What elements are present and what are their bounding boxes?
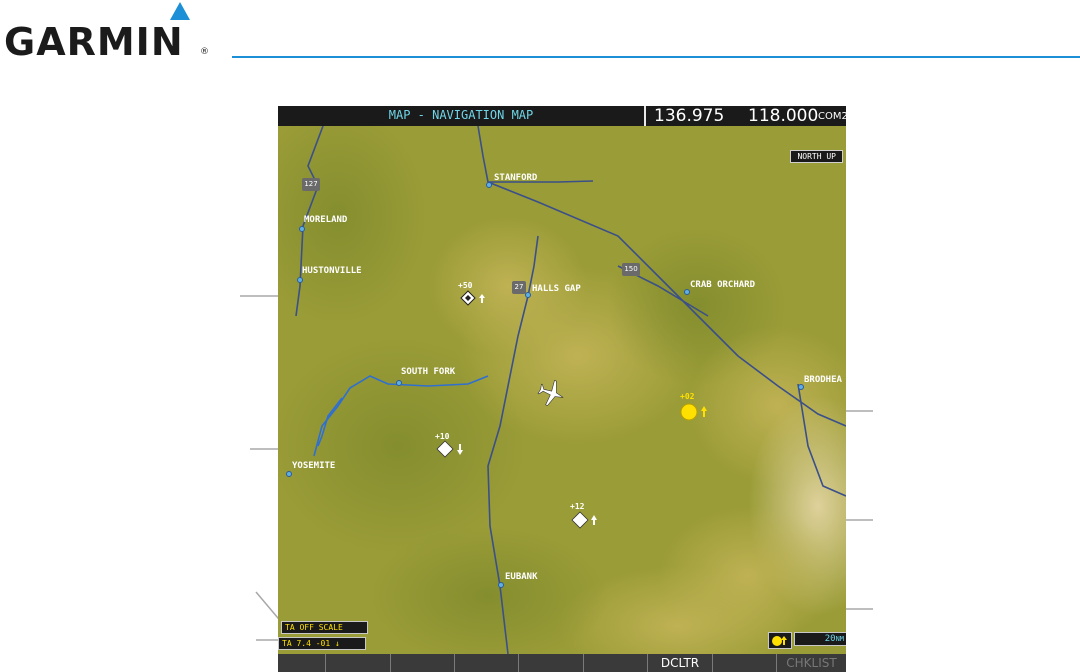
- town-label-brodhead: BRODHEA: [804, 375, 842, 385]
- town-marker: [299, 226, 305, 232]
- ta-info-text: TA 7.4 -01: [282, 639, 331, 648]
- traffic-proximate-icon[interactable]: [460, 290, 490, 306]
- town-marker: [498, 582, 504, 588]
- town-label-crab-orchard: CRAB ORCHARD: [690, 280, 756, 290]
- highway-shield-150: 150: [622, 263, 640, 276]
- softkey-4[interactable]: [455, 654, 519, 672]
- town-label-eubank: EUBANK: [505, 572, 538, 582]
- softkey-3[interactable]: [391, 654, 455, 672]
- softkey-chklist[interactable]: CHKLIST: [777, 654, 846, 672]
- navigation-map[interactable]: NORTH UP 127 27 150 STANFORD MORELAND HU…: [278, 126, 846, 654]
- softkey-bar: DCLTR CHKLIST: [278, 654, 846, 672]
- highway-shield-27: 27: [512, 281, 526, 294]
- map-range-indicator[interactable]: 20NM: [794, 632, 846, 646]
- traffic-altitude-label: +50: [458, 281, 473, 290]
- mfd-screen: MAP - NAVIGATION MAP 136.975 118.000 COM…: [278, 106, 846, 672]
- traffic-altitude-label: +02: [680, 392, 695, 401]
- town-marker: [486, 182, 492, 188]
- softkey-6[interactable]: [584, 654, 648, 672]
- softkey-8[interactable]: [713, 654, 777, 672]
- softkey-dcltr[interactable]: DCLTR: [648, 654, 713, 672]
- town-label-hustonville: HUSTONVILLE: [302, 266, 362, 276]
- highway-shield-127: 127: [302, 178, 320, 191]
- ownship-aircraft-icon: [537, 380, 564, 406]
- map-orientation-label[interactable]: NORTH UP: [790, 150, 843, 163]
- traffic-other-icon[interactable]: [436, 440, 466, 460]
- ta-off-scale-banner: TA OFF SCALE: [281, 621, 368, 634]
- softkey-2[interactable]: [326, 654, 391, 672]
- town-marker: [297, 277, 303, 283]
- traffic-advisory-icon[interactable]: [680, 402, 714, 422]
- com-label: COM2: [818, 111, 846, 122]
- town-label-moreland: MORELAND: [304, 215, 348, 225]
- ta-info-banner: TA 7.4 -01 ↓: [278, 637, 366, 650]
- town-marker: [525, 292, 531, 298]
- town-label-stanford: STANFORD: [494, 173, 538, 183]
- town-label-halls-gap: HALLS GAP: [532, 284, 581, 294]
- traffic-overlay-icon: [772, 636, 787, 646]
- title-bar: MAP - NAVIGATION MAP 136.975 118.000 COM…: [278, 106, 846, 126]
- traffic-other-icon[interactable]: [571, 511, 601, 531]
- active-frequency: 118.000: [748, 106, 819, 126]
- softkey-1[interactable]: [278, 654, 326, 672]
- town-marker: [396, 380, 402, 386]
- town-marker: [286, 471, 292, 477]
- ta-trend-down-arrow-icon: ↓: [335, 639, 340, 648]
- traffic-overlay-indicator: [768, 632, 792, 649]
- page-title: MAP - NAVIGATION MAP: [388, 108, 534, 122]
- standby-frequency: 136.975: [654, 106, 725, 126]
- map-range-unit: NM: [835, 635, 844, 643]
- softkey-5[interactable]: [519, 654, 584, 672]
- title-separator: [644, 106, 646, 126]
- town-label-yosemite: YOSEMITE: [292, 461, 336, 471]
- town-label-south-fork: SOUTH FORK: [401, 367, 456, 377]
- traffic-altitude-label: +12: [570, 502, 585, 511]
- map-range-value: 20: [824, 634, 836, 644]
